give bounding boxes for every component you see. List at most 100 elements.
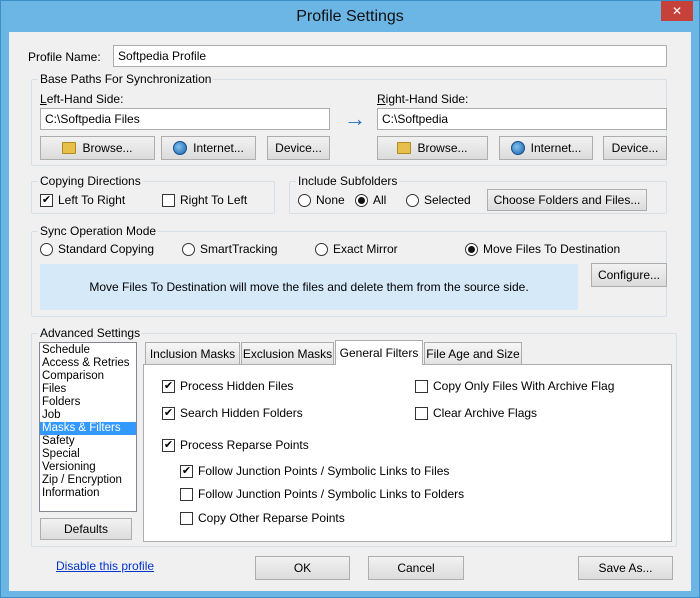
follow-links-folders-label: Follow Junction Points / Symbolic Links … <box>198 487 465 501</box>
window-title: Profile Settings <box>296 7 404 25</box>
right-hand-side-label: Right-Hand Side: <box>377 92 469 106</box>
list-item[interactable]: Files <box>40 383 136 396</box>
title-bar[interactable]: Profile Settings ✕ <box>1 1 699 32</box>
list-item[interactable]: Job <box>40 409 136 422</box>
list-item[interactable]: Schedule <box>40 344 136 357</box>
subfolders-none-label: None <box>316 193 345 207</box>
process-reparse-points-checkbox[interactable]: ✔ Process Reparse Points <box>162 438 309 452</box>
list-item[interactable]: Access & Retries <box>40 357 136 370</box>
archive-flag-only-label: Copy Only Files With Archive Flag <box>433 379 615 393</box>
empty-checkbox-icon <box>162 193 175 207</box>
ok-button[interactable]: OK <box>255 556 350 580</box>
left-path-input[interactable]: C:\Softpedia Files <box>40 108 330 130</box>
list-item[interactable]: Versioning <box>40 461 136 474</box>
defaults-button[interactable]: Defaults <box>40 518 132 540</box>
tab-inclusion-masks[interactable]: Inclusion Masks <box>145 342 240 364</box>
process-reparse-points-label: Process Reparse Points <box>180 438 309 452</box>
close-button[interactable]: ✕ <box>661 1 693 21</box>
move-files-label: Move Files To Destination <box>483 242 621 256</box>
choose-folders-button[interactable]: Choose Folders and Files... <box>487 189 647 211</box>
cancel-button[interactable]: Cancel <box>368 556 464 580</box>
clear-archive-flags-label: Clear Archive Flags <box>433 406 538 420</box>
standard-copying-radio[interactable]: Standard Copying <box>40 242 154 256</box>
standard-copying-label: Standard Copying <box>58 242 155 256</box>
follow-links-folders-checkbox[interactable]: Follow Junction Points / Symbolic Links … <box>180 487 464 501</box>
follow-links-files-checkbox[interactable]: ✔ Follow Junction Points / Symbolic Link… <box>180 464 449 478</box>
checkmark-icon: ✔ <box>162 379 175 393</box>
subfolders-all-radio[interactable]: All <box>355 193 386 207</box>
folder-icon <box>397 142 412 154</box>
list-item[interactable]: Zip / Encryption <box>40 474 136 487</box>
list-item[interactable]: Comparison <box>40 370 136 383</box>
checkmark-icon: ✔ <box>162 438 175 452</box>
radio-empty-icon <box>315 242 328 256</box>
advanced-settings-list[interactable]: Schedule Access & Retries Comparison Fil… <box>39 342 137 512</box>
empty-checkbox-icon <box>180 487 193 501</box>
base-paths-title: Base Paths For Synchronization <box>38 72 214 86</box>
tab-file-age-size[interactable]: File Age and Size <box>424 342 522 364</box>
process-hidden-files-label: Process Hidden Files <box>180 379 294 393</box>
tab-exclusion-masks[interactable]: Exclusion Masks <box>241 342 334 364</box>
archive-flag-only-checkbox[interactable]: Copy Only Files With Archive Flag <box>415 379 614 393</box>
left-to-right-checkbox[interactable]: ✔ Left To Right <box>40 193 125 207</box>
list-item-selected[interactable]: Masks & Filters <box>40 422 136 435</box>
right-to-left-checkbox[interactable]: Right To Left <box>162 193 247 207</box>
checkmark-icon: ✔ <box>162 406 175 420</box>
subfolders-selected-label: Selected <box>424 193 471 207</box>
list-item[interactable]: Folders <box>40 396 136 409</box>
save-as-button[interactable]: Save As... <box>578 556 673 580</box>
tab-general-filters[interactable]: General Filters <box>335 340 423 365</box>
search-hidden-folders-label: Search Hidden Folders <box>180 406 303 420</box>
list-item[interactable]: Information <box>40 487 136 500</box>
profile-name-input[interactable]: Softpedia Profile <box>113 45 667 67</box>
right-internet-label: Internet... <box>530 141 582 155</box>
advanced-settings-title: Advanced Settings <box>38 326 143 340</box>
right-internet-button[interactable]: Internet... <box>499 136 593 160</box>
profile-settings-window: Profile Settings ✕ Profile Name: Softped… <box>0 0 700 598</box>
list-item[interactable]: Special <box>40 448 136 461</box>
empty-checkbox-icon <box>415 406 428 420</box>
subfolders-selected-radio[interactable]: Selected <box>406 193 471 207</box>
copy-other-reparse-label: Copy Other Reparse Points <box>198 511 345 525</box>
follow-links-files-label: Follow Junction Points / Symbolic Links … <box>198 464 450 478</box>
subfolders-none-radio[interactable]: None <box>298 193 345 207</box>
copy-other-reparse-checkbox[interactable]: Copy Other Reparse Points <box>180 511 345 525</box>
include-subfolders-title: Include Subfolders <box>296 174 400 188</box>
subfolders-all-label: All <box>373 193 387 207</box>
process-hidden-files-checkbox[interactable]: ✔ Process Hidden Files <box>162 379 293 393</box>
exact-mirror-radio[interactable]: Exact Mirror <box>315 242 398 256</box>
sync-mode-description-text: Move Files To Destination will move the … <box>89 280 529 294</box>
left-device-button[interactable]: Device... <box>267 136 330 160</box>
globe-icon <box>510 141 525 155</box>
right-browse-label: Browse... <box>417 141 468 155</box>
left-to-right-label: Left To Right <box>58 193 126 207</box>
right-arrow-icon: → <box>344 106 366 131</box>
move-files-radio[interactable]: Move Files To Destination <box>465 242 620 256</box>
radio-empty-icon <box>182 242 195 256</box>
close-icon: ✕ <box>671 4 683 18</box>
dialog-client-area: Profile Name: Softpedia Profile Base Pat… <box>9 32 691 591</box>
empty-checkbox-icon <box>415 379 428 393</box>
profile-name-label: Profile Name: <box>28 50 101 64</box>
right-to-left-label: Right To Left <box>180 193 248 207</box>
checkmark-icon: ✔ <box>180 464 193 478</box>
left-browse-button[interactable]: Browse... <box>40 136 155 160</box>
right-path-input[interactable]: C:\Softpedia <box>377 108 667 130</box>
disable-profile-link[interactable]: Disable this profile <box>56 559 154 573</box>
copying-directions-title: Copying Directions <box>38 174 143 188</box>
radio-selected-icon <box>465 242 478 256</box>
right-device-button[interactable]: Device... <box>603 136 667 160</box>
search-hidden-folders-checkbox[interactable]: ✔ Search Hidden Folders <box>162 406 303 420</box>
clear-archive-flags-checkbox[interactable]: Clear Archive Flags <box>415 406 537 420</box>
radio-selected-icon <box>355 193 368 207</box>
configure-button[interactable]: Configure... <box>591 263 667 287</box>
sync-mode-description: Move Files To Destination will move the … <box>40 264 578 310</box>
smarttracking-radio[interactable]: SmartTracking <box>182 242 278 256</box>
left-browse-label: Browse... <box>82 141 133 155</box>
sync-mode-title: Sync Operation Mode <box>38 224 159 238</box>
left-internet-button[interactable]: Internet... <box>161 136 256 160</box>
list-item[interactable]: Safety <box>40 435 136 448</box>
right-browse-button[interactable]: Browse... <box>377 136 488 160</box>
radio-empty-icon <box>298 193 311 207</box>
exact-mirror-label: Exact Mirror <box>333 242 398 256</box>
